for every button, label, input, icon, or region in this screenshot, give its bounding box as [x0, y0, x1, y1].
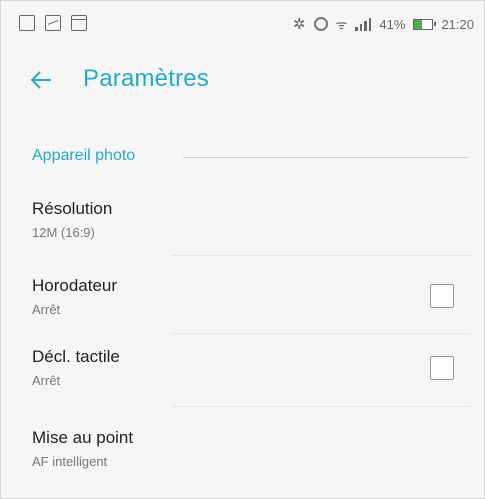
pref-summary: Arrêt [32, 373, 61, 388]
horodateur-checkbox[interactable] [430, 284, 454, 308]
touch-shutter-checkbox[interactable] [430, 356, 454, 380]
back-arrow-icon[interactable] [29, 68, 53, 92]
category-divider [183, 157, 468, 158]
notification-icons [19, 15, 87, 31]
pref-resolution[interactable]: Résolution 12M (16:9) [32, 199, 472, 240]
status-bar: ✲ ᯤ 41% 21:20 [1, 1, 485, 49]
clock: 21:20 [441, 16, 474, 32]
image-notification-icon [45, 15, 61, 31]
wifi-icon: ᯤ [335, 17, 348, 32]
row-divider [171, 333, 471, 334]
signal-icon [355, 17, 372, 31]
pref-summary: 12M (16:9) [32, 225, 95, 240]
pref-summary: Arrêt [32, 302, 61, 317]
battery-icon [413, 18, 437, 30]
pref-title: Décl. tactile [32, 347, 120, 366]
bluetooth-icon: ✲ [292, 16, 306, 33]
row-divider [171, 406, 471, 407]
pref-touch-shutter[interactable]: Décl. tactile Arrêt [32, 347, 472, 388]
pref-title: Résolution [32, 199, 113, 218]
screen: ✲ ᯤ 41% 21:20 Paramètres Appareil photo … [0, 0, 485, 499]
calendar-notification-icon [71, 15, 87, 31]
page-title: Paramètres [83, 65, 210, 92]
gallery-notification-icon [19, 15, 35, 31]
pref-summary: AF intelligent [32, 454, 108, 469]
battery-percent: 41% [379, 16, 406, 32]
row-divider [171, 255, 471, 256]
pref-title: Horodateur [32, 276, 118, 295]
pref-horodateur[interactable]: Horodateur Arrêt [32, 276, 472, 317]
sync-icon [313, 17, 328, 31]
pref-title: Mise au point [32, 428, 134, 447]
system-icons: ✲ ᯤ 41% 21:20 [293, 15, 474, 33]
app-bar: Paramètres [1, 56, 485, 104]
pref-focus[interactable]: Mise au point AF intelligent [32, 428, 472, 469]
category-header: Appareil photo [32, 147, 136, 164]
